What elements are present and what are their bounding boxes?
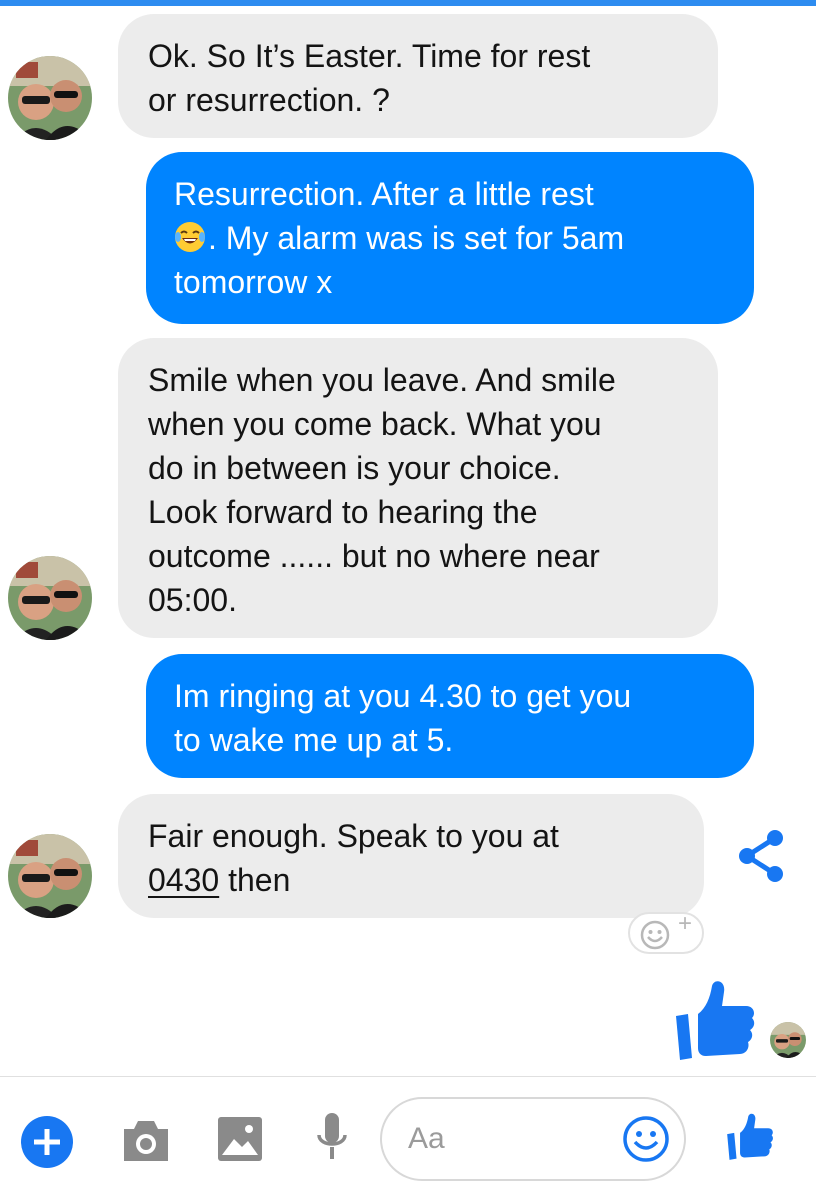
image-icon[interactable] <box>216 1115 264 1163</box>
contact-avatar[interactable] <box>8 556 92 640</box>
message-line: do in between is your choice. <box>148 450 561 486</box>
emoji-icon[interactable] <box>622 1115 670 1163</box>
share-icon[interactable] <box>735 828 787 884</box>
add-reaction-plus: + <box>678 910 693 937</box>
add-reaction-button[interactable]: + <box>628 912 704 954</box>
message-bubble-outgoing[interactable]: Resurrection. After a little rest . My a… <box>146 152 754 324</box>
message-bubble-outgoing[interactable]: Im ringing at you 4.30 to get you to wak… <box>146 654 754 778</box>
time-link[interactable]: 0430 <box>148 862 219 898</box>
message-line: Fair enough. Speak to you at <box>148 818 559 854</box>
message-line: . My alarm was is set for 5am <box>208 220 625 256</box>
message-line: then <box>219 862 291 898</box>
message-line: tomorrow x <box>174 264 333 300</box>
message-line: to wake me up at 5. <box>174 722 454 758</box>
message-line: when you come back. What you <box>148 406 602 442</box>
plus-icon[interactable] <box>20 1115 74 1169</box>
message-composer: Aa <box>0 1076 816 1201</box>
smiley-icon <box>640 920 670 950</box>
thumbs-up-send-icon[interactable] <box>726 1111 774 1163</box>
thumbs-up-icon[interactable] <box>674 978 756 1064</box>
contact-avatar[interactable] <box>8 834 92 918</box>
top-accent-bar <box>0 0 816 6</box>
message-bubble-incoming[interactable]: Smile when you leave. And smile when you… <box>118 338 718 638</box>
seen-avatar <box>770 1022 806 1058</box>
message-line: or resurrection. ? <box>148 82 390 118</box>
message-line: 05:00. <box>148 582 237 618</box>
message-line: Resurrection. After a little rest <box>174 176 594 212</box>
camera-icon[interactable] <box>120 1117 172 1165</box>
message-line: Look forward to hearing the <box>148 494 538 530</box>
message-input[interactable]: Aa <box>380 1097 686 1181</box>
message-line: Smile when you leave. And smile <box>148 362 616 398</box>
message-bubble-incoming[interactable]: Ok. So It’s Easter. Time for rest or res… <box>118 14 718 138</box>
message-input-placeholder: Aa <box>408 1122 445 1155</box>
message-bubble-incoming[interactable]: Fair enough. Speak to you at 0430 then <box>118 794 704 918</box>
microphone-icon[interactable] <box>316 1111 348 1167</box>
message-line: Im ringing at you 4.30 to get you <box>174 678 632 714</box>
laughing-tears-emoji-icon <box>175 222 205 252</box>
message-line: outcome ...... but no where near <box>148 538 600 574</box>
message-line: Ok. So It’s Easter. Time for rest <box>148 38 591 74</box>
contact-avatar[interactable] <box>8 56 92 140</box>
